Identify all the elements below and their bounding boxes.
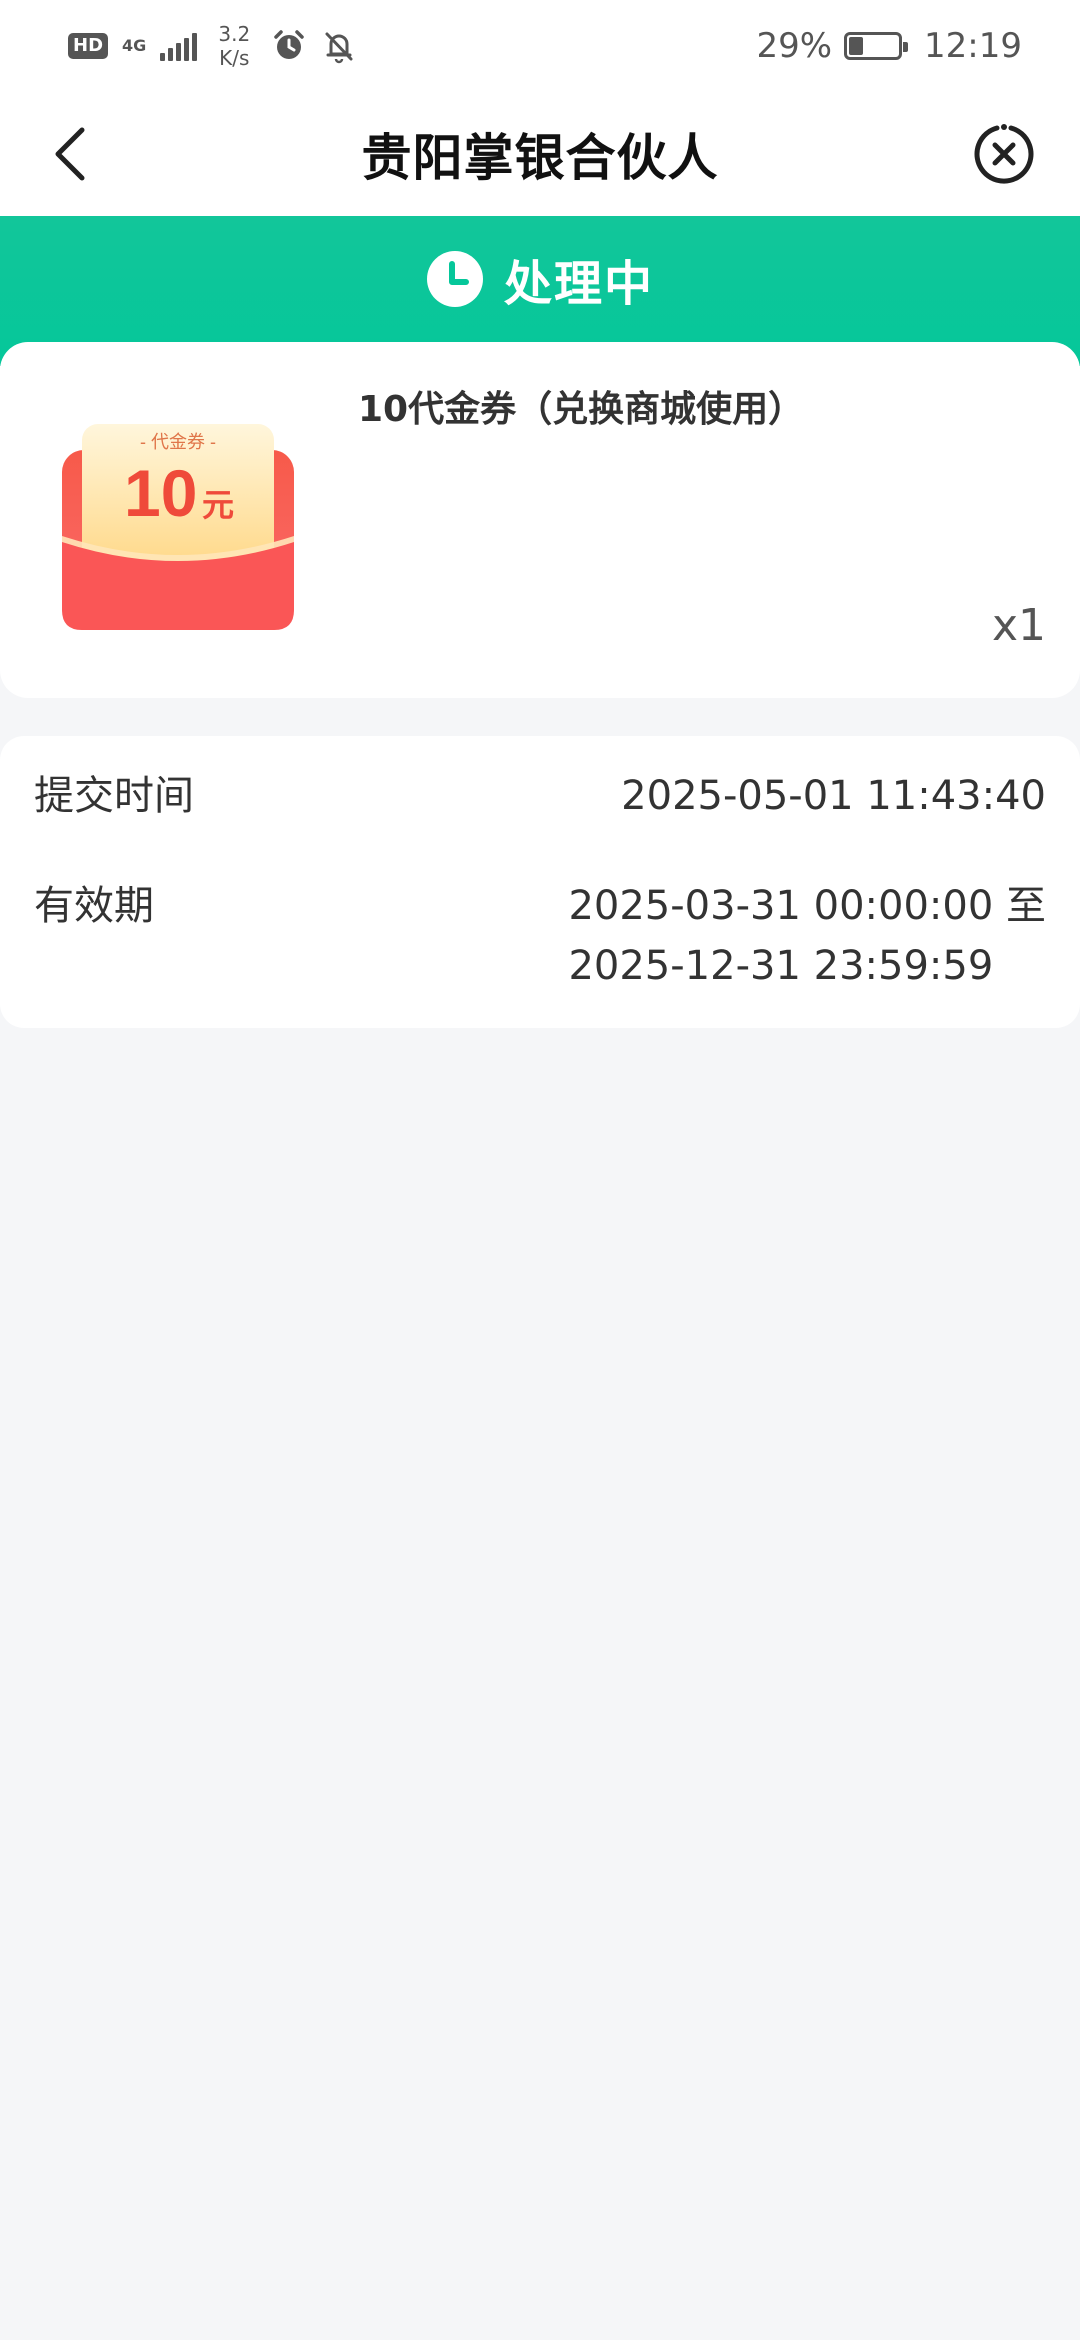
back-button[interactable]: [40, 122, 100, 186]
status-bar: HD 4G 3.2 K/s 29% 12:19: [0, 0, 1080, 92]
mute-bell-icon: [325, 32, 353, 64]
nav-header: 贵阳掌银合伙人: [0, 92, 1080, 216]
voucher-amount: 10: [124, 456, 197, 530]
product-quantity: x1: [991, 600, 1046, 651]
signal-icon: [160, 31, 198, 61]
speed-value: 3.2: [218, 22, 251, 46]
submit-time-value: 2025-05-01 11:43:40: [621, 773, 1046, 819]
chevron-left-icon: [55, 127, 85, 181]
close-button[interactable]: [968, 118, 1040, 190]
submit-time-row: 提交时间 2025-05-01 11:43:40: [34, 766, 1046, 826]
battery-icon: [844, 32, 909, 60]
order-details: 提交时间 2025-05-01 11:43:40 有效期 2025-03-31 …: [0, 736, 1080, 1028]
network-type: 4G: [122, 36, 147, 55]
battery-percent: 29%: [756, 26, 833, 66]
status-text: 处理中: [503, 256, 654, 312]
clock-icon: [426, 251, 483, 307]
validity-value: 2025-03-31 00:00:00 至 2025-12-31 23:59:5…: [568, 876, 1046, 996]
status-bar-right: 29% 12:19: [756, 26, 1022, 66]
validity-row: 有效期 2025-03-31 00:00:00 至 2025-12-31 23:…: [34, 876, 1046, 996]
product-name: 10代金券（兑换商城使用）: [358, 389, 805, 430]
status-bar-left: HD 4G 3.2 K/s: [68, 22, 357, 70]
validity-label: 有效期: [34, 883, 154, 929]
submit-time-label: 提交时间: [34, 773, 194, 819]
product-card: - 代金券 - 10 元 10代金券（兑换商城使用） x1: [0, 342, 1080, 698]
alarm-icon: [274, 30, 305, 59]
voucher-image: - 代金券 - 10 元: [62, 424, 294, 630]
validity-start: 2025-03-31 00:00:00 至: [568, 883, 1046, 929]
voucher-unit: 元: [202, 487, 234, 523]
voucher-label: - 代金券 -: [140, 432, 216, 452]
close-circle-icon: [974, 124, 1034, 184]
page-title: 贵阳掌银合伙人: [361, 129, 719, 187]
battery-level: [849, 37, 863, 55]
hd-badge: HD: [68, 33, 109, 59]
speed-unit: K/s: [219, 46, 250, 70]
network-speed: 3.2 K/s: [211, 22, 257, 70]
validity-end: 2025-12-31 23:59:59: [568, 943, 994, 989]
clock-time: 12:19: [924, 26, 1022, 66]
